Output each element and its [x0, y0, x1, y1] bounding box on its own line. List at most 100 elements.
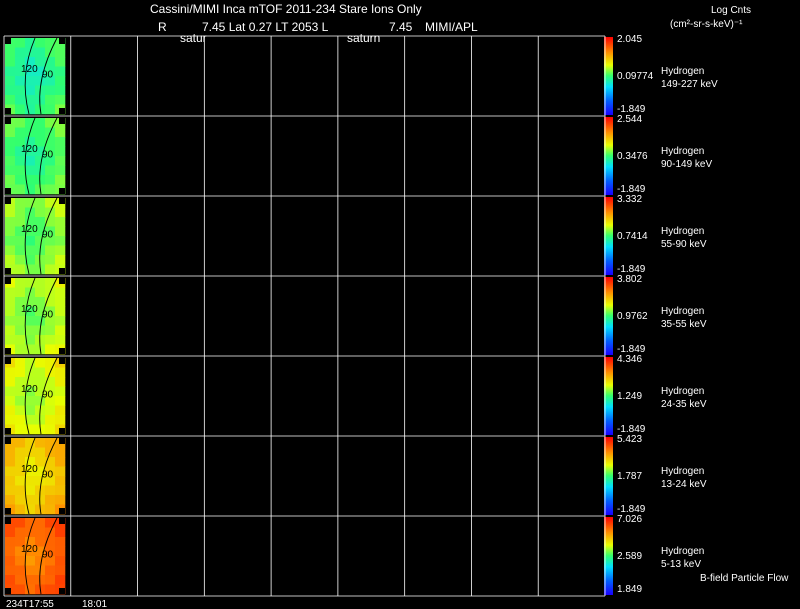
heatmap-cell — [15, 584, 26, 595]
panel-7-cbar-min: 1.849 — [617, 584, 643, 595]
contour-label-90: 90 — [42, 470, 54, 481]
heatmap-cell — [25, 556, 36, 566]
heatmap-cell — [15, 245, 26, 256]
heatmap-cell — [15, 504, 26, 515]
heatmap-cell — [5, 217, 16, 227]
image-corner-notch — [5, 348, 11, 354]
image-corner-notch — [5, 188, 11, 194]
panel-3-cbar-mid: 0.7414 — [617, 231, 648, 242]
heatmap-cell — [5, 476, 16, 486]
heatmap-cell — [45, 175, 56, 185]
heatmap-cell — [45, 264, 56, 275]
heatmap-cell — [55, 335, 66, 345]
heatmap-cell — [55, 447, 66, 458]
panel-7-species: Hydrogen — [661, 546, 705, 557]
sub-label-satur: satur — [180, 31, 207, 45]
heatmap-cell — [15, 184, 26, 195]
heatmap-cell — [25, 396, 36, 406]
heatmap-cell — [25, 344, 36, 355]
image-corner-notch — [59, 188, 65, 194]
heatmap-cell — [5, 306, 16, 317]
heatmap-cell — [35, 447, 46, 458]
heatmap-cell — [35, 118, 46, 128]
heatmap-cell — [55, 127, 66, 138]
heatmap-cell — [55, 377, 66, 387]
heatmap-cell — [5, 245, 16, 256]
contour-label-90: 90 — [42, 310, 54, 321]
heatmap-cell — [35, 47, 46, 58]
heatmap-cell — [5, 527, 16, 538]
heatmap-cell — [45, 565, 56, 576]
heatmap-cell — [55, 76, 66, 86]
heatmap-cell — [15, 278, 26, 288]
heatmap-cell — [45, 165, 56, 176]
heatmap-cell — [55, 396, 66, 406]
heatmap-cell — [55, 565, 66, 576]
heatmap-cell — [35, 127, 46, 138]
heatmap-cell — [45, 405, 56, 416]
heatmap-cell — [25, 278, 36, 288]
heatmap-cell — [15, 495, 26, 505]
contour-label-90: 90 — [42, 70, 54, 81]
heatmap-cell — [5, 156, 16, 166]
heatmap-cell — [45, 575, 56, 585]
heatmap-cell — [35, 527, 46, 538]
image-corner-notch — [5, 278, 11, 284]
heatmap-cell — [5, 377, 16, 387]
panel-5-image: 120 90 — [5, 357, 66, 435]
image-corner-notch — [59, 348, 65, 354]
contour-label-90: 90 — [42, 150, 54, 161]
heatmap-cell — [15, 287, 26, 298]
heatmap-cell — [25, 476, 36, 486]
inca-spectrogram-figure: 120 90 120 90 120 90 120 90 120 90 120 90 120 90 Cass… — [0, 0, 800, 609]
heatmap-cell — [15, 175, 26, 185]
image-corner-notch — [59, 268, 65, 274]
heatmap-cell — [5, 325, 16, 336]
heatmap-cell — [5, 76, 16, 86]
panel-7-cbar-max: 7.026 — [617, 514, 643, 525]
heatmap-cell — [55, 47, 66, 58]
heatmap-cell — [45, 485, 56, 496]
heatmap-cell — [25, 118, 36, 128]
heatmap-cell — [35, 518, 46, 528]
heatmap-cell — [15, 367, 26, 378]
image-corner-notch — [59, 588, 65, 594]
heatmap-cell — [25, 405, 36, 416]
heatmap-cell — [15, 565, 26, 576]
image-corner-notch — [59, 118, 65, 124]
heatmap-cell — [35, 367, 46, 378]
panel-6-cbar-max: 5.423 — [617, 434, 643, 445]
panel-3-image: 120 90 — [5, 197, 66, 275]
panel-6-image: 120 90 — [5, 437, 66, 515]
heatmap-cell — [45, 584, 56, 595]
heatmap-cell — [5, 335, 16, 345]
image-corner-notch — [59, 278, 65, 284]
heatmap-cell — [15, 325, 26, 336]
units-title: Log Cnts — [711, 5, 752, 16]
heatmap-cell — [5, 287, 16, 298]
image-corner-notch — [59, 428, 65, 434]
image-corner-notch — [5, 428, 11, 434]
heatmap-cell — [25, 156, 36, 166]
panel-1-species: Hydrogen — [661, 66, 705, 77]
panel-2-cbar-max: 2.544 — [617, 114, 643, 125]
heatmap-cell — [5, 57, 16, 67]
heatmap-cell — [25, 76, 36, 86]
image-corner-notch — [5, 358, 11, 364]
heatmap-cell — [55, 146, 66, 157]
panel-4-energy: 35-55 keV — [661, 319, 707, 330]
contour-label-120: 120 — [21, 464, 38, 475]
ephem-values: 7.45 Lat 0.27 LT 2053 L — [202, 20, 329, 34]
image-corner-notch — [5, 198, 11, 204]
panel-1-cbar-max: 2.045 — [617, 34, 643, 45]
heatmap-cell — [5, 546, 16, 557]
heatmap-cell — [5, 556, 16, 566]
panel-6-energy: 13-24 keV — [661, 479, 707, 490]
panel-5-species: Hydrogen — [661, 386, 705, 397]
heatmap-cell — [15, 575, 26, 585]
heatmap-cell — [45, 344, 56, 355]
contour-label-120: 120 — [21, 144, 38, 155]
image-corner-notch — [5, 108, 11, 114]
heatmap-cell — [25, 584, 36, 595]
heatmap-cell — [5, 95, 16, 105]
